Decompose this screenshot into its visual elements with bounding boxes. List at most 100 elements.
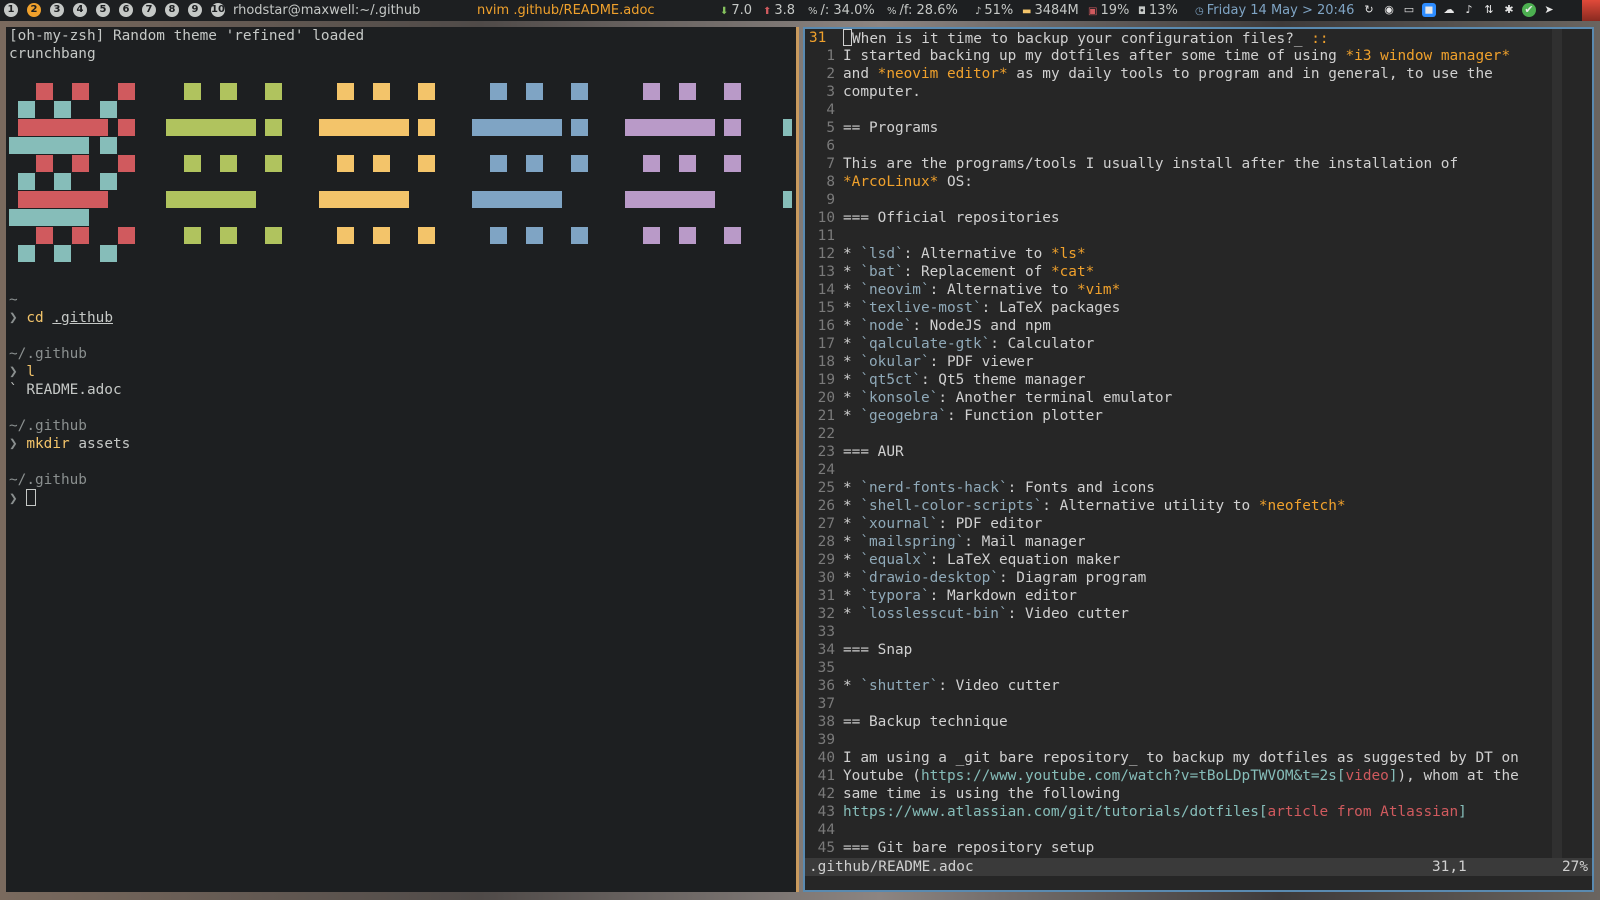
editor-line[interactable]: 29 * `equalx`: LaTeX equation maker (805, 551, 1525, 569)
color-block (724, 155, 741, 172)
color-bar (9, 137, 89, 154)
editor-line[interactable]: 31 * `typora`: Markdown editor (805, 587, 1525, 605)
editor-line[interactable]: 37 (805, 695, 1525, 713)
editor-line[interactable]: 11 (805, 227, 1525, 245)
editor-line[interactable]: 17 * `qalculate-gtk`: Calculator (805, 335, 1525, 353)
editor-line[interactable]: 31 When is it time to backup your configu… (805, 29, 1525, 47)
editor-line[interactable]: 44 (805, 821, 1525, 839)
nvim-editor-window[interactable]: 31 When is it time to backup your configu… (803, 27, 1594, 892)
editor-line[interactable]: 34 === Snap (805, 641, 1525, 659)
workspace-1-button[interactable]: 1 (4, 3, 18, 17)
editor-line[interactable]: 24 (805, 461, 1525, 479)
line-text: Youtube (https://www.youtube.com/watch?v… (843, 768, 1519, 784)
line-number: 7 (826, 156, 835, 172)
editor-line[interactable]: 26 * `shell-color-scripts`: Alternative u… (805, 497, 1525, 515)
editor-line[interactable]: 40 I am using a _git bare repository_ to … (805, 749, 1525, 767)
editor-line[interactable]: 1 I started backing up my dotfiles after … (805, 47, 1525, 65)
color-bar (625, 119, 715, 136)
editor-line[interactable]: 35 (805, 659, 1525, 677)
editor-line[interactable]: 18 * `okular`: PDF viewer (805, 353, 1525, 371)
editor-line[interactable]: 25 * `nerd-fonts-hack`: Fonts and icons (805, 479, 1525, 497)
editor-line[interactable]: 41 Youtube (https://www.youtube.com/watch… (805, 767, 1525, 785)
workspace-8-button[interactable]: 8 (165, 3, 179, 17)
color-bar (9, 209, 89, 226)
editor-line[interactable]: 36 * `shutter`: Video cutter (805, 677, 1525, 695)
editor-line[interactable]: 42 same time is using the following (805, 785, 1525, 803)
workspace-2-button[interactable]: 2 (27, 3, 41, 17)
terminal-output-line: [oh-my-zsh] Random theme 'refined' loade… (9, 28, 365, 44)
focused-window-title: rhodstar@maxwell:~/.github (233, 3, 421, 18)
editor-line[interactable]: 30 * `drawio-desktop`: Diagram program (805, 569, 1525, 587)
editor-line[interactable]: 45 === Git bare repository setup (805, 839, 1525, 857)
line-number: 38 (817, 714, 835, 730)
editor-line[interactable]: 15 * `texlive-most`: LaTeX packages (805, 299, 1525, 317)
editor-line[interactable]: 5 == Programs (805, 119, 1525, 137)
prompt-arrow: ❯ (9, 364, 18, 380)
network-icon[interactable]: ⇅ (1482, 3, 1496, 17)
editor-line[interactable]: 6 (805, 137, 1525, 155)
editor-line[interactable]: 39 (805, 731, 1525, 749)
command-text: cd (26, 310, 44, 326)
terminal-cursor (26, 489, 37, 506)
editor-line[interactable]: 10 === Official repositories (805, 209, 1525, 227)
line-number: 15 (817, 300, 835, 316)
line-text: same time is using the following (843, 786, 1121, 802)
editor-line[interactable]: 22 (805, 425, 1525, 443)
editor-line[interactable]: 43 https://www.atlassian.com/git/tutorial… (805, 803, 1525, 821)
download-icon: ⬇ (720, 6, 729, 17)
window-indicator-icon (1582, 0, 1600, 21)
editor-line[interactable]: 13 * `bat`: Replacement of *cat* (805, 263, 1525, 281)
editor-line[interactable]: 9 (805, 191, 1525, 209)
line-text: * `losslesscut-bin`: Video cutter (843, 606, 1129, 622)
line-number: 27 (817, 516, 835, 532)
sync-icon[interactable]: ↻ (1362, 3, 1376, 17)
workspace-5-button[interactable]: 5 (96, 3, 110, 17)
line-number: 28 (817, 534, 835, 550)
workspace-3-button[interactable]: 3 (50, 3, 64, 17)
zoom-icon[interactable]: ◼ (1422, 3, 1436, 17)
editor-line[interactable]: 8 *ArcoLinux* OS: (805, 173, 1525, 191)
editor-line[interactable]: 32 * `losslesscut-bin`: Video cutter (805, 605, 1525, 623)
editor-line[interactable]: 4 (805, 101, 1525, 119)
editor-line[interactable]: 27 * `xournal`: PDF editor (805, 515, 1525, 533)
workspace-10-button[interactable]: 10 (211, 3, 225, 17)
cloud-icon[interactable]: ☁ (1442, 3, 1456, 17)
color-block (490, 155, 507, 172)
line-text: === Official repositories (843, 210, 1060, 226)
bluetooth-icon[interactable]: ✱ (1502, 3, 1516, 17)
editor-line[interactable]: 7 This are the programs/tools I usually i… (805, 155, 1525, 173)
line-number: 9 (826, 192, 835, 208)
line-text: * `qalculate-gtk`: Calculator (843, 336, 1095, 352)
editor-line[interactable]: 23 === AUR (805, 443, 1525, 461)
workspace-6-button[interactable]: 6 (119, 3, 133, 17)
terminal-window[interactable]: [oh-my-zsh] Random theme 'refined' loade… (6, 27, 799, 892)
stat-label: 3.8 (774, 3, 796, 18)
workspace-7-button[interactable]: 7 (142, 3, 156, 17)
editor-line[interactable]: 20 * `konsole`: Another terminal emulator (805, 389, 1525, 407)
editor-line[interactable]: 14 * `neovim`: Alternative to *vim* (805, 281, 1525, 299)
discord-icon[interactable]: ◉ (1382, 3, 1396, 17)
prompt-line[interactable]: ❯ (9, 489, 37, 508)
editor-line[interactable]: 16 * `node`: NodeJS and npm (805, 317, 1525, 335)
editor-line[interactable]: 38 == Backup technique (805, 713, 1525, 731)
line-text: === Git bare repository setup (843, 840, 1095, 856)
editor-line[interactable]: 2 and *neovim editor* as my daily tools t… (805, 65, 1525, 83)
check-icon[interactable]: ✔ (1522, 3, 1536, 17)
color-block (100, 245, 117, 262)
editor-line[interactable]: 33 (805, 623, 1525, 641)
workspace-9-button[interactable]: 9 (188, 3, 202, 17)
send-icon[interactable]: ➤ (1542, 3, 1556, 17)
editor-scrollbar[interactable] (1552, 29, 1562, 859)
line-text: When is it time to backup your configura… (843, 29, 1329, 48)
editor-line[interactable]: 19 * `qt5ct`: Qt5 theme manager (805, 371, 1525, 389)
editor-line[interactable]: 12 * `lsd`: Alternative to *ls* (805, 245, 1525, 263)
volume-icon[interactable]: ♪ (1462, 3, 1476, 17)
display-icon[interactable]: ▭ (1402, 3, 1416, 17)
line-text: I am using a _git bare repository_ to ba… (843, 750, 1519, 766)
color-block (18, 173, 35, 190)
color-block (54, 101, 71, 118)
workspace-4-button[interactable]: 4 (73, 3, 87, 17)
editor-line[interactable]: 28 * `mailspring`: Mail manager (805, 533, 1525, 551)
editor-line[interactable]: 3 computer. (805, 83, 1525, 101)
editor-line[interactable]: 21 * `geogebra`: Function plotter (805, 407, 1525, 425)
